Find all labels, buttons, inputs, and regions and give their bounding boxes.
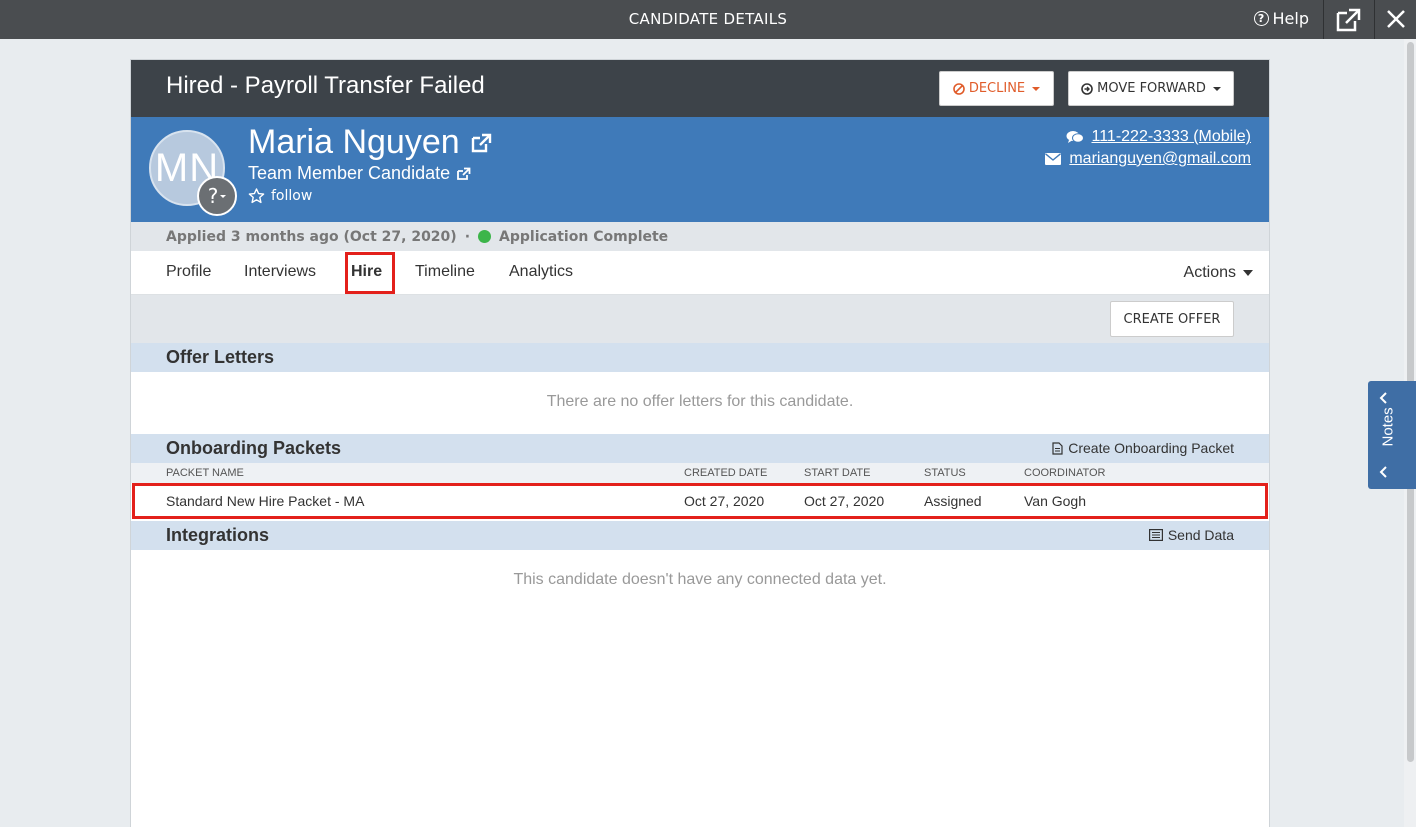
column-header[interactable]: STATUS (924, 467, 966, 479)
separator-dot: · (464, 228, 471, 245)
caret-down-icon (220, 194, 227, 198)
column-header[interactable]: PACKET NAME (166, 467, 244, 479)
candidate-tabs: Profile Interviews Hire Timeline Analyti… (131, 251, 1269, 295)
window-title: CANDIDATE DETAILS (628, 10, 788, 28)
star-outline-icon (248, 188, 265, 204)
offer-letters-header: Offer Letters (131, 343, 1269, 372)
actions-dropdown[interactable]: Actions (1184, 264, 1253, 282)
section-title: Offer Letters (166, 347, 275, 367)
caret-down-icon (1243, 270, 1253, 276)
tab-timeline[interactable]: Timeline (415, 263, 475, 281)
help-icon: ? (1253, 11, 1269, 26)
send-data-button[interactable]: Send Data (1148, 527, 1234, 543)
envelope-icon (1045, 153, 1062, 165)
ban-icon (953, 82, 965, 95)
close-icon (1387, 10, 1405, 28)
tab-hire-highlight (345, 252, 395, 294)
external-link-icon (471, 133, 491, 152)
row-highlight (132, 483, 1268, 519)
caret-down-icon (1212, 86, 1221, 91)
comments-icon (1066, 131, 1084, 143)
create-offer-button[interactable]: CREATE OFFER (1110, 301, 1234, 337)
application-summary: Applied 3 months ago (Oct 27, 2020) · Ap… (131, 222, 1269, 251)
candidate-profile-header: MN ? Maria Nguyen Team Member Candidate … (131, 117, 1269, 222)
divider (1374, 0, 1375, 39)
divider (1323, 0, 1324, 39)
popout-button[interactable] (1334, 7, 1362, 33)
section-title: Onboarding Packets (166, 438, 342, 458)
email-link[interactable]: marianguyen@gmail.com (1069, 148, 1251, 170)
integrations-header: Integrations Send Data (131, 521, 1269, 550)
table-row[interactable]: Standard New Hire Packet - MA Oct 27, 20… (131, 483, 1269, 519)
notes-label: Notes (1379, 407, 1397, 447)
follow-button[interactable]: follow (248, 188, 312, 204)
caret-down-icon (1032, 86, 1041, 91)
tab-analytics[interactable]: Analytics (509, 263, 573, 281)
avatar-menu-button[interactable]: ? (197, 176, 237, 216)
column-header[interactable]: START DATE (804, 467, 870, 479)
decline-label: DECLINE (968, 81, 1026, 96)
phone-link[interactable]: 111-222-3333 (Mobile) (1092, 126, 1252, 148)
status-indicator-icon (478, 230, 492, 243)
status-header: Hired - Payroll Transfer Failed DECLINE … (131, 60, 1269, 117)
candidate-role: Team Member Candidate (248, 163, 451, 183)
send-data-label: Send Data (1167, 527, 1234, 543)
hire-toolbar: CREATE OFFER (131, 295, 1269, 343)
hire-status-title: Hired - Payroll Transfer Failed (166, 72, 485, 99)
contact-info: 111-222-3333 (Mobile) marianguyen@gmail.… (1045, 126, 1251, 170)
packets-table-header: PACKET NAME CREATED DATE START DATE STAT… (131, 463, 1269, 483)
column-header[interactable]: CREATED DATE (684, 467, 767, 479)
onboarding-packets-header: Onboarding Packets Create Onboarding Pac… (131, 434, 1269, 463)
move-forward-label: MOVE FORWARD (1097, 81, 1206, 96)
candidate-name-link[interactable]: Maria Nguyen (248, 123, 492, 162)
application-status: Application Complete (499, 228, 669, 245)
decline-button[interactable]: DECLINE (939, 71, 1054, 106)
notes-panel-toggle[interactable]: Notes (1368, 381, 1416, 489)
section-title: Integrations (166, 525, 270, 545)
create-onboarding-packet-button[interactable]: Create Onboarding Packet (1052, 440, 1234, 456)
create-onboarding-packet-label: Create Onboarding Packet (1068, 440, 1234, 456)
external-link-icon (457, 167, 471, 180)
candidate-name: Maria Nguyen (248, 123, 460, 161)
close-button[interactable] (1384, 7, 1408, 31)
candidate-role-link[interactable]: Team Member Candidate (248, 163, 471, 184)
integrations-empty: This candidate doesn't have any connecte… (513, 571, 887, 588)
help-label: Help (1272, 9, 1309, 28)
help-button[interactable]: ? Help (1253, 9, 1309, 28)
tab-profile[interactable]: Profile (166, 263, 211, 281)
file-icon (1052, 441, 1063, 455)
chevron-left-icon (1379, 466, 1387, 478)
list-alt-icon (1148, 529, 1163, 541)
tab-interviews[interactable]: Interviews (244, 263, 316, 281)
external-link-icon (1336, 8, 1361, 32)
chevron-left-icon (1379, 392, 1387, 404)
candidate-card: Hired - Payroll Transfer Failed DECLINE … (130, 59, 1270, 827)
window-titlebar: CANDIDATE DETAILS ? Help (0, 0, 1416, 39)
question-icon: ? (207, 184, 219, 208)
arrow-circle-right-icon (1081, 82, 1093, 95)
follow-label: follow (271, 188, 313, 204)
move-forward-button[interactable]: MOVE FORWARD (1068, 71, 1234, 106)
actions-label: Actions (1183, 264, 1236, 281)
column-header[interactable]: COORDINATOR (1024, 467, 1106, 479)
applied-date: Applied 3 months ago (Oct 27, 2020) (166, 228, 457, 245)
offer-letters-empty: There are no offer letters for this cand… (546, 393, 854, 410)
